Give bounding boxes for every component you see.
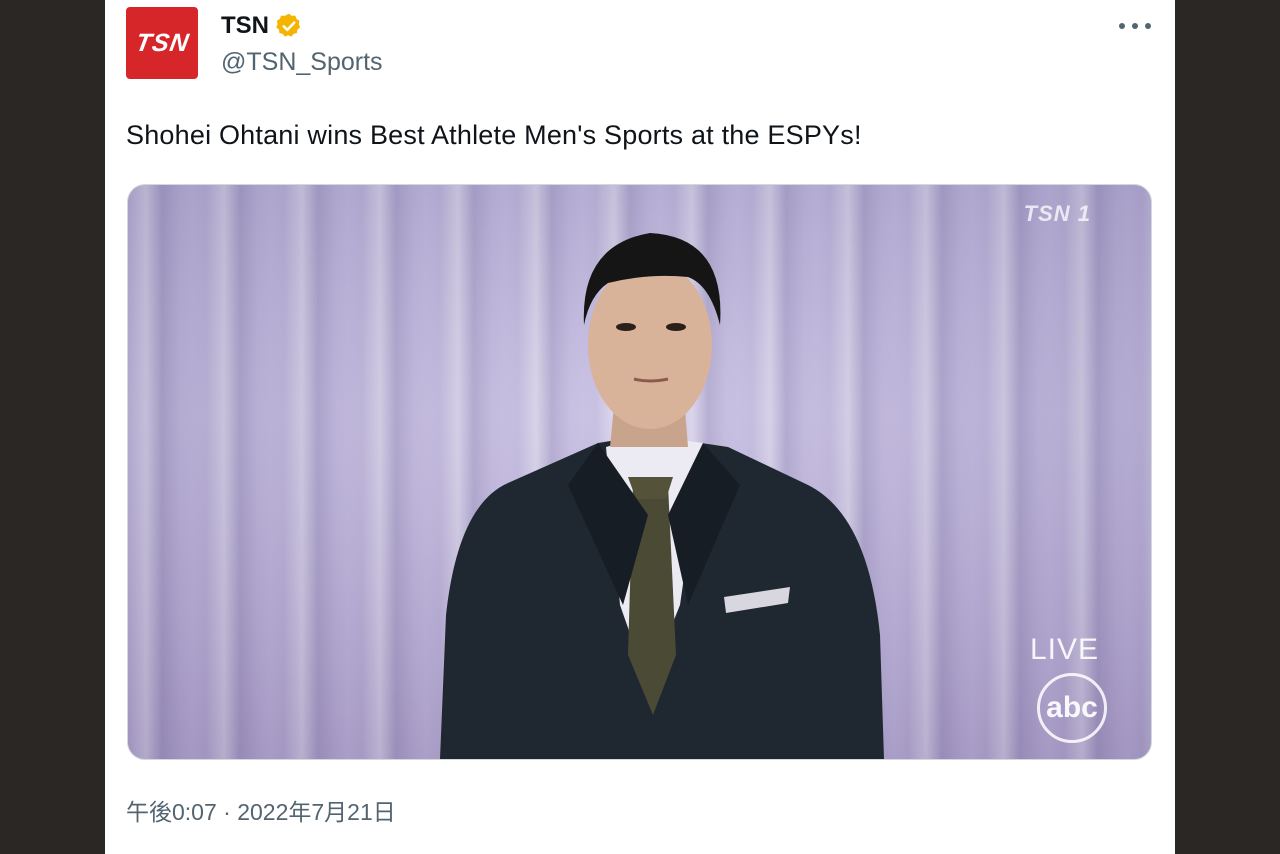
channel-watermark: TSN 1 bbox=[1023, 201, 1091, 226]
author-display-name-row[interactable]: TSN bbox=[221, 12, 303, 40]
avatar-logo-text: TSN bbox=[133, 28, 192, 57]
person-image bbox=[440, 233, 884, 759]
author-handle[interactable]: @TSN_Sports bbox=[221, 48, 383, 77]
tweet-timestamp[interactable]: 午後0:07 · 2022年7月21日 bbox=[126, 793, 396, 827]
network-logo: abc bbox=[1037, 673, 1107, 743]
more-horizontal-icon[interactable] bbox=[1119, 14, 1151, 38]
tweet-card: TSN TSN @TSN_Sports Shohei Ohtani wins B… bbox=[105, 0, 1175, 854]
author-display-name[interactable]: TSN bbox=[221, 12, 269, 40]
live-label: LIVE bbox=[1029, 633, 1099, 666]
avatar[interactable]: TSN bbox=[126, 7, 198, 79]
tweet-text: Shohei Ohtani wins Best Athlete Men's Sp… bbox=[126, 120, 862, 150]
verified-badge-icon bbox=[276, 13, 301, 37]
tweet-video[interactable]: TSN 1 LIVE abc bbox=[127, 184, 1152, 760]
